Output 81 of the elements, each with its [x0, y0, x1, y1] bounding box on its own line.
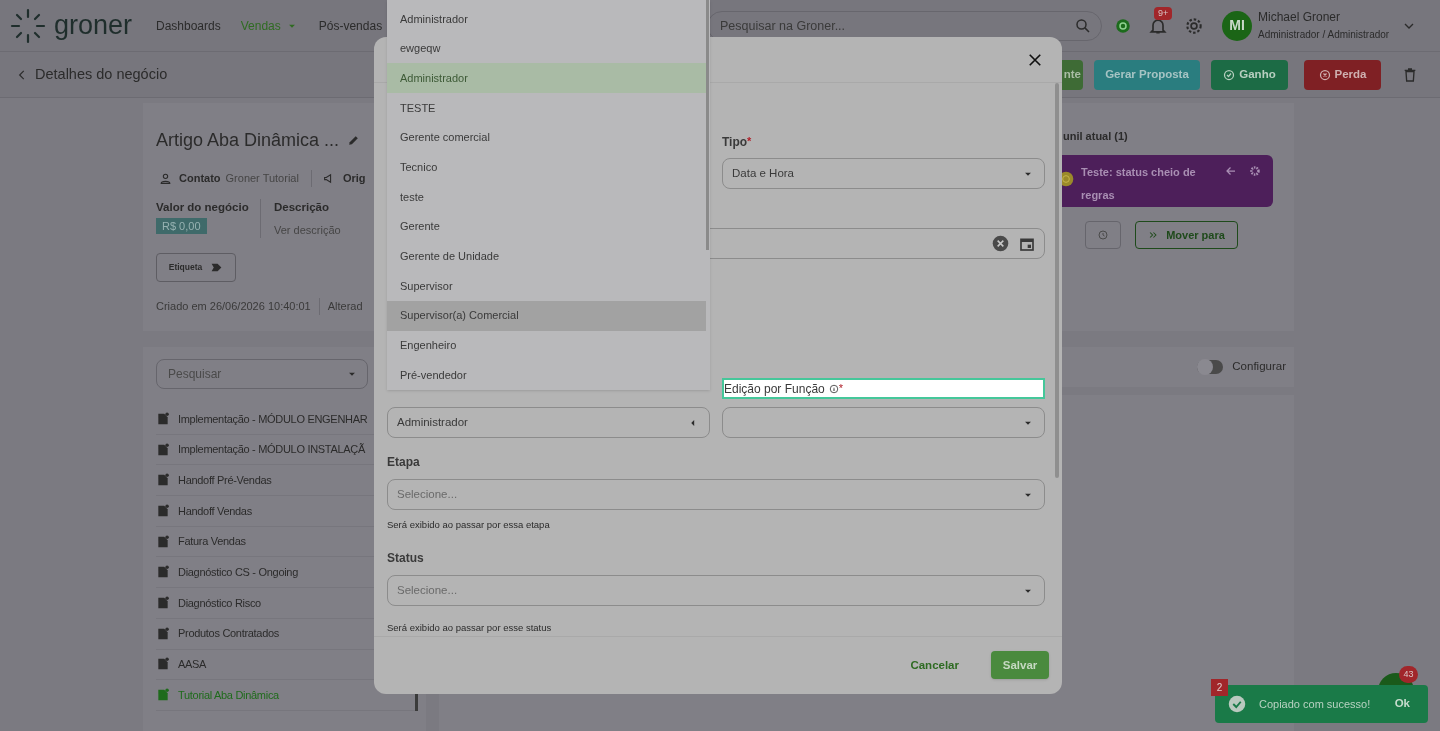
dropdown-option[interactable]: ewgeqw [387, 33, 706, 64]
dropdown-option[interactable]: Pré-vendedor [387, 360, 706, 390]
origin-label: Orig [342, 171, 366, 186]
won-button[interactable]: Ganho [1211, 59, 1288, 90]
value-badge: R$ 0,00 [156, 217, 207, 235]
double-chevron-icon [1148, 230, 1159, 240]
action-button[interactable]: nte [1061, 59, 1083, 90]
dropdown-option[interactable]: Gerente [387, 211, 706, 242]
history-button[interactable] [1085, 221, 1121, 249]
user-name: Michael Groner [1258, 9, 1342, 25]
search-icon [1074, 16, 1092, 35]
role-select[interactable] [722, 407, 1045, 438]
description-link[interactable]: Ver descrição [274, 221, 341, 239]
user-role: Administrador / Administrador [1258, 28, 1390, 42]
field-label: Edição por Função * [722, 378, 1045, 399]
document-icon [156, 565, 170, 580]
lost-button[interactable]: Perda [1304, 59, 1381, 90]
dropdown-option[interactable]: Gerente de Unidade [387, 241, 706, 272]
trash-icon [1402, 66, 1418, 83]
pencil-icon [347, 134, 361, 147]
dropdown-option[interactable]: teste [387, 182, 706, 212]
person-icon [159, 171, 172, 185]
role-select[interactable]: Administrador [387, 407, 710, 438]
move-button[interactable]: Mover para [1135, 221, 1238, 249]
document-icon [156, 503, 170, 518]
description-label: Descrição [274, 199, 330, 215]
toast-message: Copiado com sucesso! [1259, 696, 1371, 712]
chat-bubble-icon [1114, 16, 1132, 35]
ok-button[interactable]: Ok [1394, 695, 1410, 713]
document-icon [156, 688, 170, 703]
document-icon [156, 534, 170, 549]
info-icon [828, 383, 839, 394]
document-icon [156, 411, 170, 426]
toggle-label: Configurar [1232, 359, 1286, 375]
stage-select[interactable]: Selecione... [387, 479, 1045, 510]
contact-label: Contato [179, 171, 221, 186]
x-circle-icon [1318, 68, 1331, 81]
document-icon [156, 473, 170, 488]
dropdown-option[interactable]: Administrador [387, 63, 706, 94]
arrow-left-icon [1225, 165, 1237, 177]
check-circle-icon [1223, 68, 1236, 81]
notification-badge: 9+ [1154, 6, 1173, 20]
dropdown-option[interactable]: TESTE [387, 93, 706, 123]
document-icon [156, 657, 170, 672]
type-select[interactable]: Data e Hora [722, 158, 1045, 189]
nav-menu-item[interactable]: Dashboards [156, 16, 221, 35]
created-date: Criado em 26/06/2026 10:40:01 [156, 298, 320, 315]
dropdown-option[interactable]: Supervisor [387, 271, 706, 301]
user-avatar[interactable]: MI [1222, 10, 1252, 41]
toast-count-badge: 2 [1211, 679, 1228, 696]
save-button[interactable]: Salvar [991, 651, 1049, 680]
check-circle-icon [1228, 695, 1246, 713]
nav-menu-item[interactable]: Pós-vendas [318, 16, 383, 35]
contact-name: Groner Tutorial [225, 170, 312, 187]
dropdown-option[interactable]: Supervisor(a) Comercial [387, 300, 706, 331]
dropdown-option[interactable]: Engenheiro [387, 330, 706, 361]
tag-button[interactable]: Etiqueta [156, 253, 236, 283]
clear-icon [992, 235, 1009, 252]
chat-badge: 43 [1399, 666, 1418, 683]
dropdown-option[interactable]: Tecnico [387, 152, 706, 183]
settings-icon [1184, 15, 1204, 36]
altered-date: Alterad [326, 299, 363, 315]
document-icon [156, 595, 170, 610]
history-icon [1097, 229, 1109, 241]
sunburst-icon [10, 7, 46, 44]
status-select[interactable]: Selecione... [387, 575, 1045, 607]
document-icon [156, 626, 170, 641]
toggle-switch[interactable] [1197, 360, 1224, 374]
deal-title: Artigo Aba Dinâmica ... [156, 129, 340, 152]
dropdown-option[interactable]: Gerente comercial [387, 122, 706, 153]
logo-text: groner [54, 12, 133, 39]
cancel-button[interactable]: Cancelar [910, 656, 959, 674]
dropdown-option[interactable]: Administrador [387, 4, 706, 34]
document-icon [156, 442, 170, 457]
settings-icon [1249, 165, 1261, 177]
proposal-button[interactable]: Gerar Proposta [1094, 59, 1200, 90]
funnel-title: unil atual (1) [1063, 129, 1128, 144]
field-label: Tipo* [722, 134, 753, 151]
page-title: Detalhes do negócio [35, 64, 168, 84]
search-select[interactable]: Pesquisar [156, 359, 368, 389]
value-label: Valor do negócio [156, 199, 249, 215]
